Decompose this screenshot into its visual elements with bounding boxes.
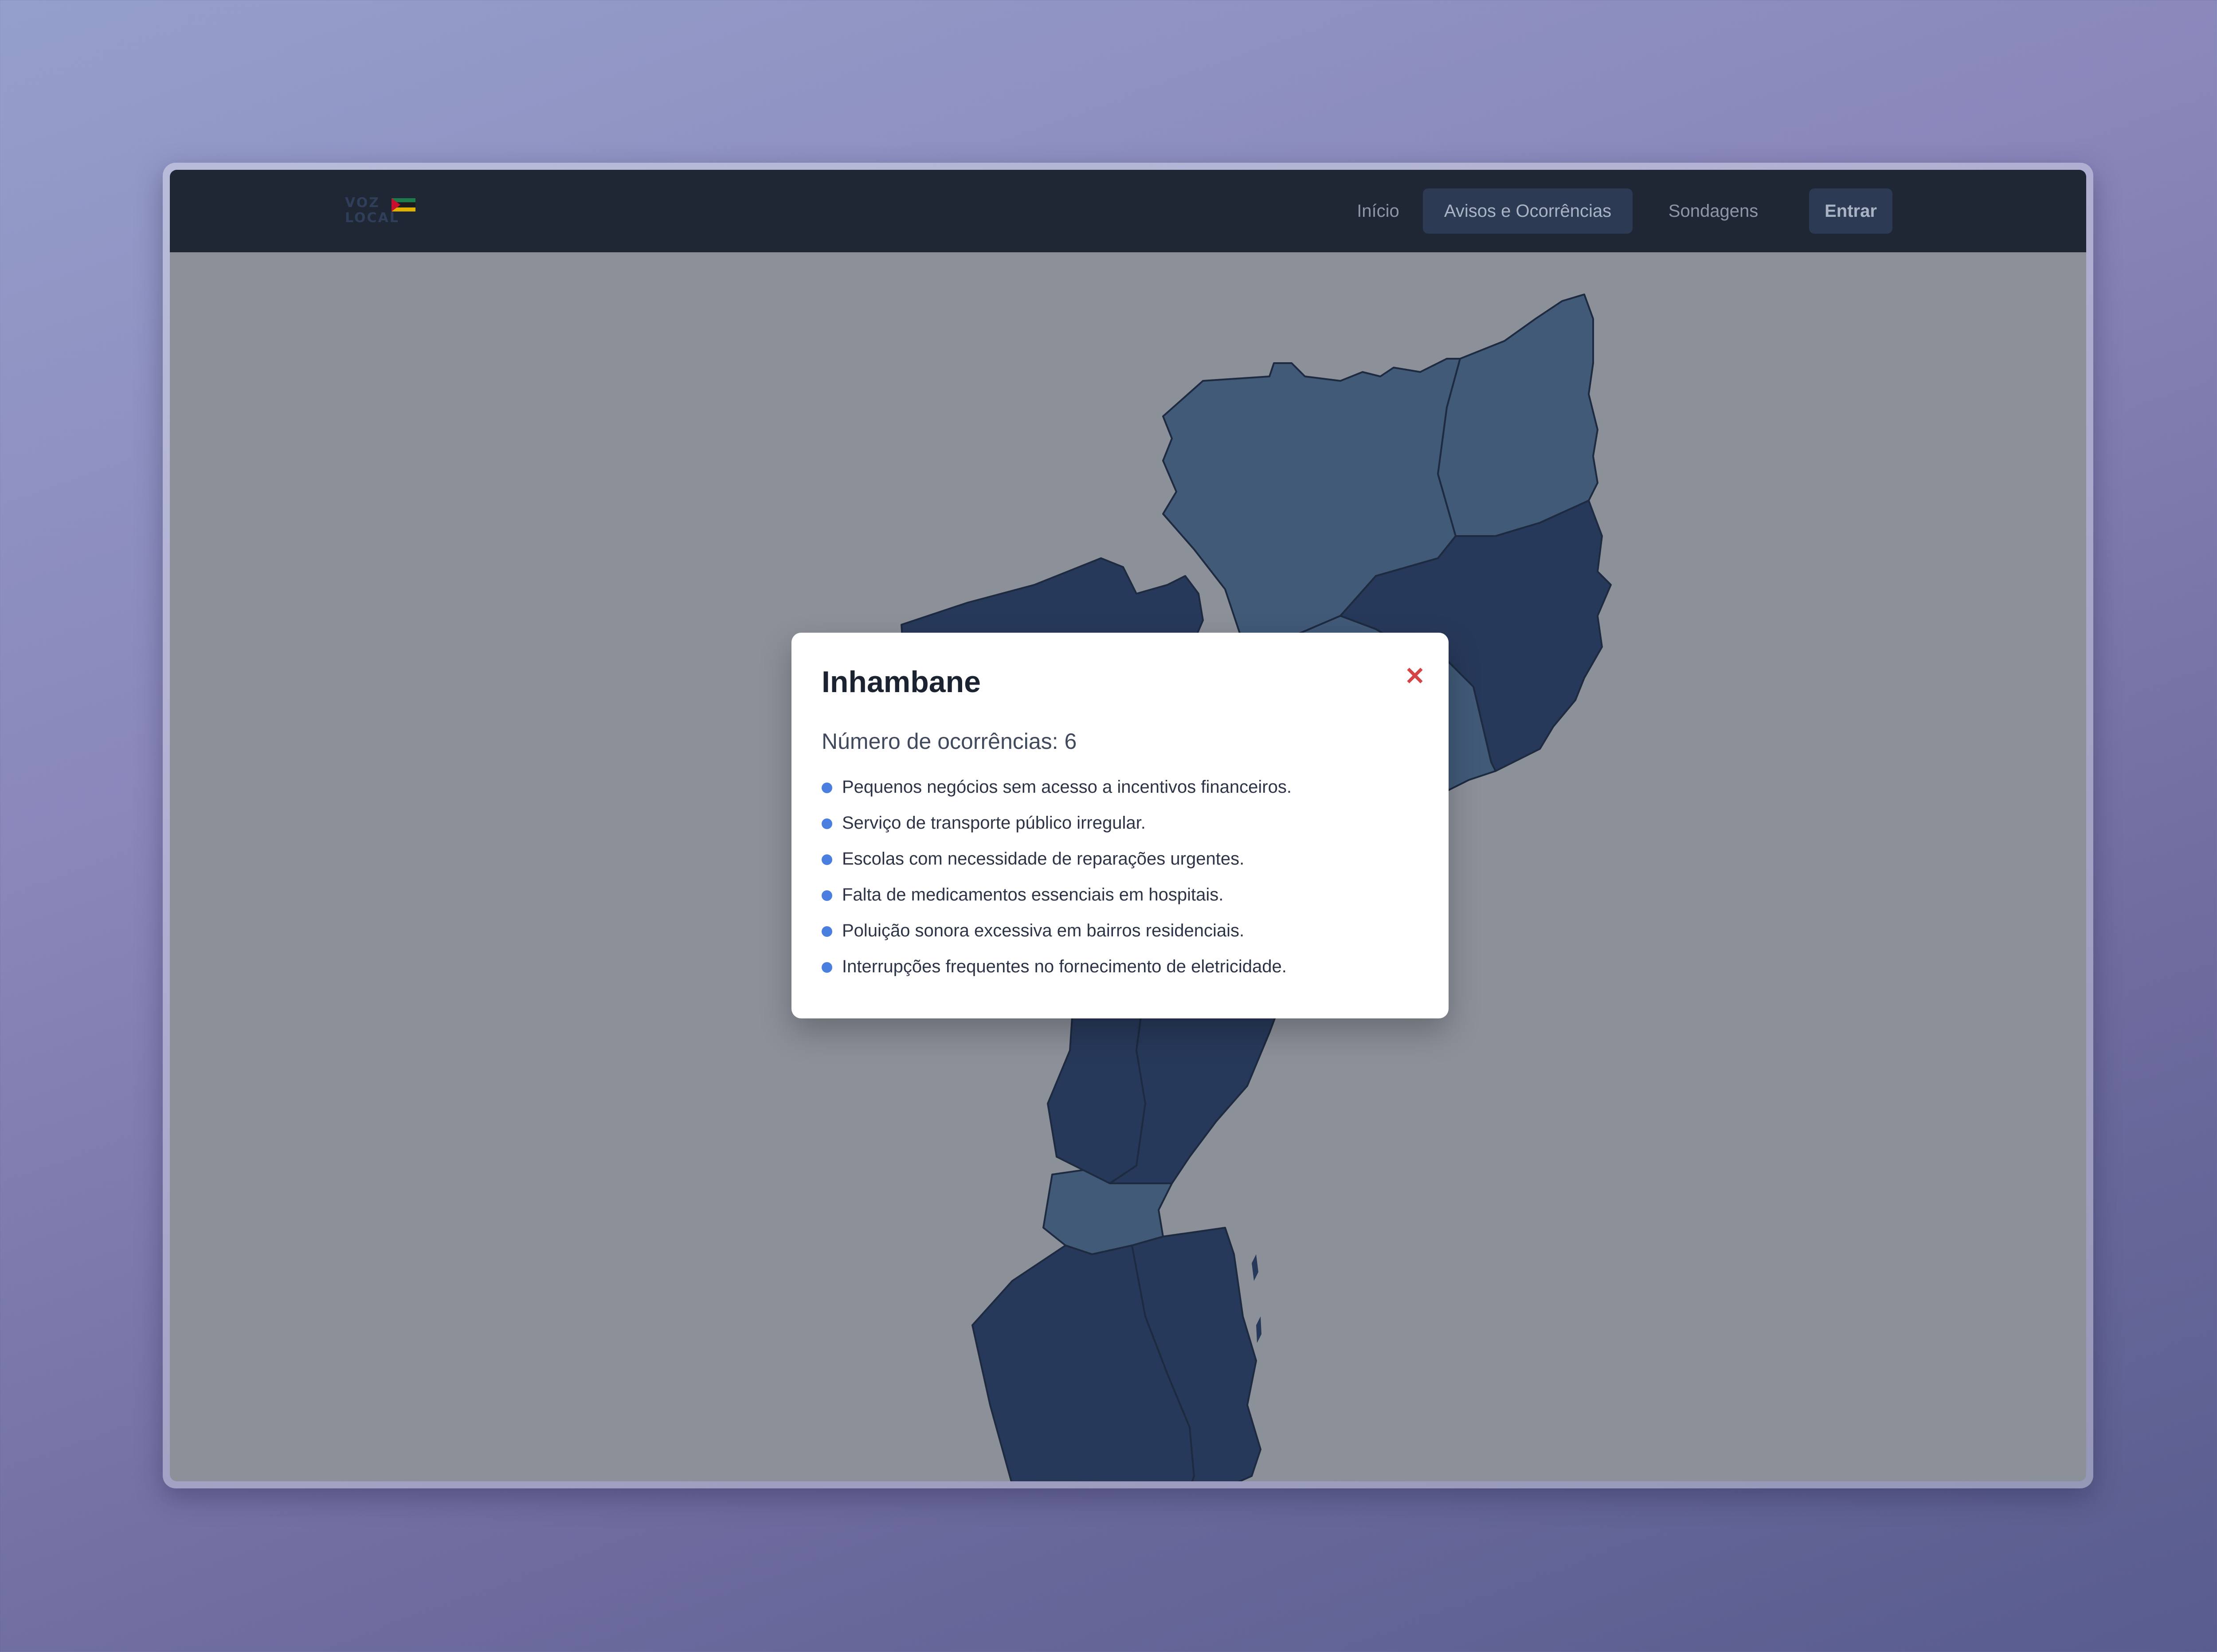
list-item-text: Poluição sonora excessiva em bairros res… xyxy=(842,921,1245,940)
region-info-modal: Inhambane ✕ Número de ocorrências: 6 Peq… xyxy=(791,633,1449,1018)
list-item: Poluição sonora excessiva em bairros res… xyxy=(822,917,1292,953)
list-item-text: Escolas com necessidade de reparações ur… xyxy=(842,849,1245,869)
list-item: Serviço de transporte público irregular. xyxy=(822,810,1292,846)
bullet-icon xyxy=(822,854,832,865)
login-button[interactable]: Entrar xyxy=(1809,188,1892,234)
list-item: Interrupções frequentes no fornecimento … xyxy=(822,953,1292,989)
nav-item-avisos[interactable]: Avisos e Ocorrências xyxy=(1423,188,1633,234)
logo-line-2: LOCAL xyxy=(345,210,400,226)
map-region-cabo-delgado[interactable] xyxy=(1437,294,1598,537)
bullet-icon xyxy=(822,926,832,937)
bullet-icon xyxy=(822,783,832,793)
top-navbar: VOZ LOCAL Início Avisos e Ocorrências So… xyxy=(170,170,2086,252)
list-item-text: Falta de medicamentos essenciais em hosp… xyxy=(842,885,1224,904)
app-window: VOZ LOCAL Início Avisos e Ocorrências So… xyxy=(170,170,2086,1481)
list-item-text: Serviço de transporte público irregular. xyxy=(842,813,1146,833)
occurrence-list: Pequenos negócios sem acesso a incentivo… xyxy=(822,774,1292,989)
modal-title: Inhambane xyxy=(822,665,981,699)
list-item: Falta de medicamentos essenciais em hosp… xyxy=(822,881,1292,917)
mozambique-flag-icon xyxy=(392,198,415,211)
list-item-text: Pequenos negócios sem acesso a incentivo… xyxy=(842,777,1292,797)
occurrence-count: Número de ocorrências: 6 xyxy=(822,729,1077,754)
logo[interactable]: VOZ LOCAL xyxy=(345,196,423,229)
list-item-text: Interrupções frequentes no fornecimento … xyxy=(842,957,1287,976)
main-nav: Início Avisos e Ocorrências Sondagens En… xyxy=(1354,188,2085,234)
close-icon[interactable]: ✕ xyxy=(1402,663,1428,689)
nav-item-inicio[interactable]: Início xyxy=(1354,188,1402,234)
bullet-icon xyxy=(822,818,832,829)
browser-frame: VOZ LOCAL Início Avisos e Ocorrências So… xyxy=(163,163,2093,1488)
nav-item-sondagens[interactable]: Sondagens xyxy=(1661,188,1766,234)
list-item: Pequenos negócios sem acesso a incentivo… xyxy=(822,774,1292,810)
bullet-icon xyxy=(822,962,832,973)
bullet-icon xyxy=(822,890,832,901)
list-item: Escolas com necessidade de reparações ur… xyxy=(822,846,1292,881)
